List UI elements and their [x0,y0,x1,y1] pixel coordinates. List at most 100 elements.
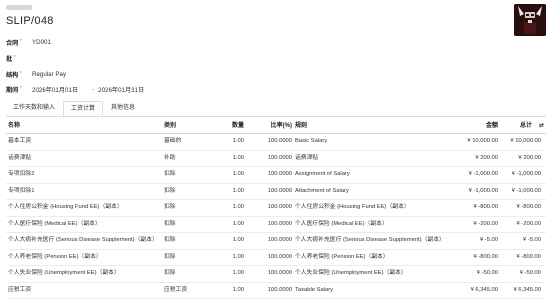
line-name: 专项扣除1 [8,187,35,194]
structure-value[interactable]: Regular Pay [32,71,66,78]
line-category: 扣除 [164,220,176,227]
line-category: 扣除 [164,204,176,210]
line-rule: 个人失业保险 (Unemployment EE)（副本） [295,270,407,276]
structure-label: 结构 [6,72,19,80]
col-header-name[interactable]: 名称 [8,119,20,133]
line-total: ¥ -1,000.00 [511,187,541,194]
line-rate: 100.0000 [267,237,292,243]
line-rate: 100.0000 [267,204,292,210]
breadcrumb-placeholder[interactable] [6,4,32,10]
line-quantity: 1.00 [232,187,244,194]
user-photo-icon[interactable] [514,4,546,36]
line-quantity: 1.00 [232,220,244,227]
line-rate: 100.0000 [267,220,292,227]
page-title: SLIP/048 [6,15,54,27]
line-category: 应税工资 [164,286,188,293]
line-total: ¥ -50.00 [519,270,541,276]
line-name: 个人住房公积金 (Housing Fund EE)（副本） [8,204,123,210]
table-row[interactable]: 个人失业保险 (Unemployment EE)（副本） 扣除 1.00 100… [6,266,546,283]
line-rule: 个人医疗保险 (Medical EE)（副本） [295,220,388,227]
batch-label: 批 [6,56,13,64]
table-row[interactable]: 个人大病补充医疗 (Serious Disease Supplement)（副本… [6,233,546,250]
structure-field: 结构? Regular Pay [6,70,67,80]
tab-salary-computation[interactable]: 工资计算 [63,101,103,116]
line-category: 扣除 [164,270,176,276]
line-rate: 100.0000 [267,187,292,194]
col-header-total[interactable]: 总计 [484,119,532,133]
line-rate: 100.0000 [267,253,292,260]
line-rule: 个人养老保险 (Pension EE)（副本） [295,253,389,260]
tab-other-info[interactable]: 其他信息 [104,101,142,115]
line-quantity: 1.00 [232,253,244,260]
period-to[interactable]: 2026年01月31日 [98,85,144,94]
line-rule: Attachment of Salary [295,187,349,194]
line-name: 个人养老保险 (Pension EE)（副本） [8,253,102,260]
table-row[interactable]: 基本工资 基础的 1.00 100.0000 Basic Salary ¥ 10… [6,134,546,151]
line-category: 扣除 [164,171,176,177]
line-total: ¥ -5.00 [522,237,541,243]
table-row[interactable]: 专项扣除1 扣除 1.00 100.0000 Attachment of Sal… [6,184,546,200]
line-rule: 话费津贴 [295,154,319,161]
period-from[interactable]: 2026年01月01日 [32,85,78,94]
line-name: 基本工资 [8,138,32,144]
line-rule: Basic Salary [295,138,328,144]
table-header: 名称 类别 数量 比率(%) 规则 金额 总计 ⇄ [6,119,546,134]
line-quantity: 1.00 [232,138,244,144]
line-rate: 100.0000 [267,270,292,276]
contract-label: 合同 [6,40,19,48]
contract-value[interactable]: YD001 [32,39,51,46]
line-category: 扣除 [164,237,176,243]
table-row[interactable]: 专项扣除2 扣除 1.00 100.0000 Assignment of Sal… [6,167,546,184]
line-category: 补助 [164,154,176,161]
line-category: 基础的 [164,138,182,144]
line-rule: 个人大病补充医疗 (Serious Disease Supplement)（副本… [295,237,445,243]
line-rate: 100.0000 [267,171,292,177]
line-quantity: 1.00 [232,204,244,210]
line-quantity: 1.00 [232,286,244,293]
table-row[interactable]: 个人养老保险 (Pension EE)（副本） 扣除 1.00 100.0000… [6,250,546,266]
line-total: ¥ -800.00 [516,204,542,210]
line-category: 扣除 [164,253,176,260]
line-rate: 100.0000 [267,154,292,161]
line-rate: 100.0000 [267,286,292,293]
tab-bar: 工作天数和输入 工资计算 其他信息 [6,101,546,117]
line-category: 扣除 [164,187,176,194]
line-name: 应税工资 [8,286,32,293]
line-total: ¥ 10,000.00 [510,138,541,144]
table-row[interactable]: 话费津贴 补助 1.00 100.0000 话费津贴 ¥ 200.00 ¥ 20… [6,151,546,167]
batch-field: 批? [6,54,16,64]
line-total: ¥ 6,345.00 [513,286,541,293]
col-header-rate[interactable]: 比率(%) [246,119,292,133]
period-separator: - [92,86,95,94]
line-name: 个人大病补充医疗 (Serious Disease Supplement)（副本… [8,237,158,243]
line-quantity: 1.00 [232,237,244,243]
line-total: ¥ 200.00 [518,154,541,161]
line-quantity: 1.00 [232,270,244,276]
line-name: 话费津贴 [8,154,32,161]
line-rule: Assignment of Salary [295,171,350,177]
table-row[interactable]: 应税工资 应税工资 1.00 100.0000 Taxable Salary ¥… [6,283,546,299]
salary-lines-table: 名称 类别 数量 比率(%) 规则 金额 总计 ⇄ 基本工资 基础的 1.00 … [6,119,546,299]
line-total: ¥ -1,000.00 [511,171,541,177]
line-rule: 个人住房公积金 (Housing Fund EE)（副本） [295,204,410,210]
col-header-category[interactable]: 类别 [164,119,176,133]
table-row[interactable]: 个人住房公积金 (Housing Fund EE)（副本） 扣除 1.00 10… [6,200,546,217]
col-header-rule[interactable]: 规则 [295,119,307,133]
line-rate: 100.0000 [267,138,292,144]
line-total: ¥ -200.00 [516,220,542,227]
contract-field: 合同? YD001 [6,38,51,48]
line-name: 个人失业保险 (Unemployment EE)（副本） [8,270,120,276]
line-rule: Taxable Salary [295,286,334,293]
tab-worked-days-inputs[interactable]: 工作天数和输入 [6,101,62,115]
line-name: 个人医疗保险 (Medical EE)（副本） [8,220,101,227]
column-settings-icon[interactable]: ⇄ [539,122,544,129]
period-field: 期间? 2026年01月01日 - 2026年01月31日 [6,85,145,95]
col-header-quantity[interactable]: 数量 [212,119,244,133]
breadcrumb[interactable] [6,4,32,11]
line-quantity: 1.00 [232,171,244,177]
line-name: 专项扣除2 [8,171,35,177]
line-quantity: 1.00 [232,154,244,161]
table-row[interactable]: 个人医疗保险 (Medical EE)（副本） 扣除 1.00 100.0000… [6,217,546,233]
period-label: 期间 [6,87,19,95]
line-total: ¥ -800.00 [516,253,542,260]
